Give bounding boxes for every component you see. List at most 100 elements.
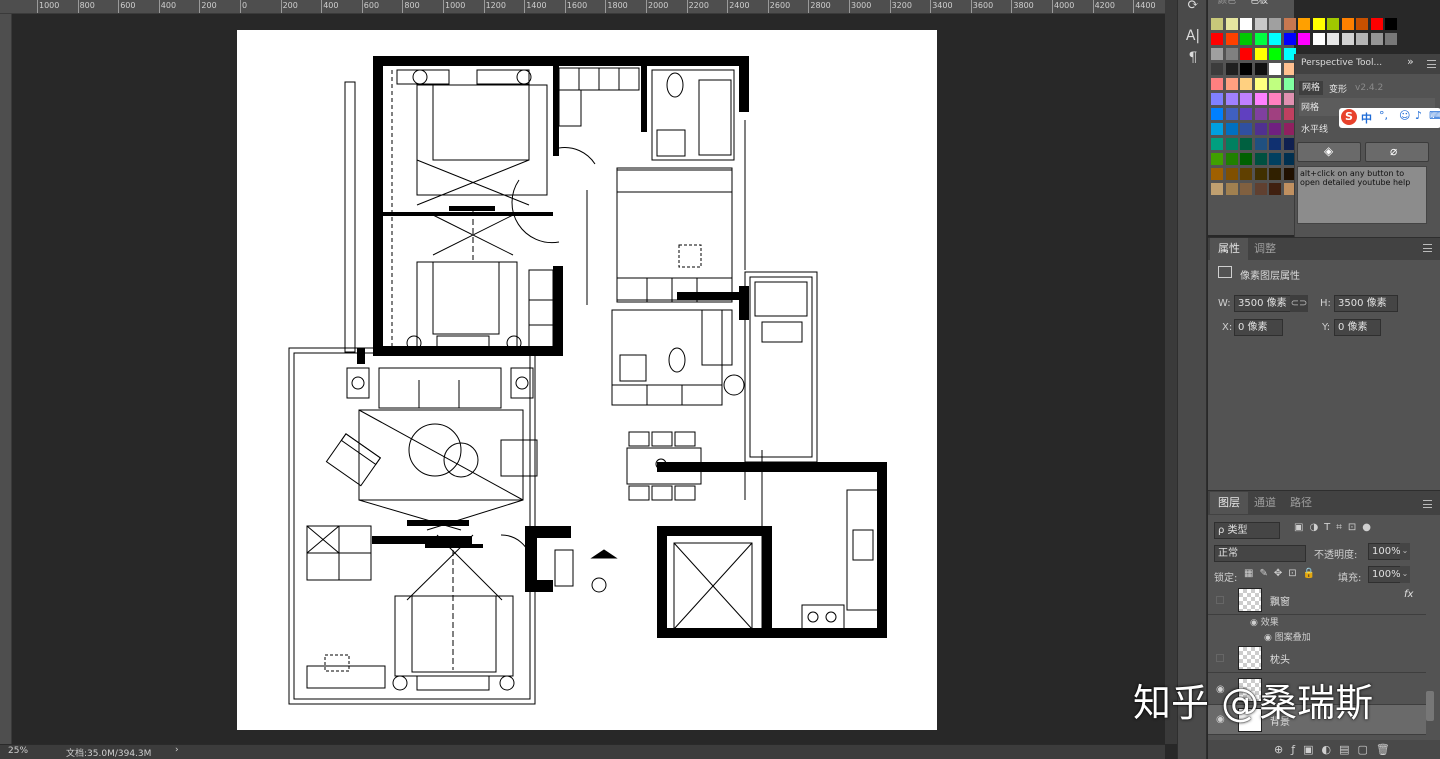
opacity-field[interactable]: 100%: [1368, 543, 1404, 560]
color-swatch[interactable]: [1269, 48, 1281, 60]
filter-icons[interactable]: ▣◑T⌗⊡●: [1294, 522, 1377, 533]
color-swatch[interactable]: [1240, 93, 1252, 105]
link-icon[interactable]: ⊂⊃: [1290, 295, 1308, 312]
color-swatch[interactable]: [1298, 18, 1310, 30]
color-swatch[interactable]: [1240, 138, 1252, 150]
keyboard-icon[interactable]: ⌨: [1429, 109, 1440, 122]
status-menu-arrow[interactable]: ›: [175, 745, 179, 755]
color-swatch[interactable]: [1269, 63, 1281, 75]
y-field[interactable]: 0 像素: [1334, 319, 1381, 336]
blend-mode-select[interactable]: 正常: [1214, 545, 1306, 562]
color-swatch[interactable]: [1356, 18, 1368, 30]
layers-footer-icons[interactable]: ⊕ƒ▣◐▤▢🗑: [1208, 740, 1440, 759]
fill-field[interactable]: 100%: [1368, 566, 1404, 583]
color-swatch[interactable]: [1269, 138, 1281, 150]
layer-row[interactable]: 飘窗 fx: [1208, 585, 1426, 615]
x-field[interactable]: 0 像素: [1234, 319, 1283, 336]
color-swatch[interactable]: [1225, 183, 1238, 195]
color-swatch[interactable]: [1211, 33, 1223, 45]
color-swatch[interactable]: [1283, 18, 1296, 30]
zoom-level[interactable]: 25%: [8, 746, 28, 756]
color-swatch[interactable]: [1225, 78, 1238, 90]
tab-transform[interactable]: 变形: [1329, 82, 1347, 95]
color-swatch[interactable]: [1240, 183, 1252, 195]
color-swatch[interactable]: [1254, 33, 1267, 45]
collapse-icon[interactable]: »: [1407, 55, 1414, 68]
tab-color[interactable]: 颜色: [1210, 0, 1244, 12]
color-swatch[interactable]: [1370, 18, 1383, 30]
toggle-visibility-button[interactable]: ⌀: [1365, 142, 1429, 162]
color-swatch[interactable]: [1341, 18, 1354, 30]
color-swatch[interactable]: [1240, 33, 1252, 45]
panel-menu-icon[interactable]: [1423, 244, 1432, 252]
tab-adjustments[interactable]: 调整: [1246, 238, 1284, 260]
layers-scrollbar[interactable]: [1426, 691, 1434, 721]
color-swatch[interactable]: [1225, 18, 1238, 30]
color-swatch[interactable]: [1211, 168, 1223, 180]
canvas-area[interactable]: [12, 14, 1165, 744]
paragraph-icon[interactable]: ¶: [1184, 50, 1202, 66]
panel-menu-icon[interactable]: [1423, 500, 1432, 508]
color-swatch[interactable]: [1254, 18, 1267, 30]
color-swatch[interactable]: [1240, 78, 1252, 90]
fx-icon[interactable]: fx: [1404, 589, 1413, 600]
color-swatch[interactable]: [1225, 93, 1238, 105]
effects-row[interactable]: ◉ 效果: [1250, 615, 1279, 628]
visibility-toggle-off[interactable]: [1216, 654, 1224, 662]
eye-icon[interactable]: ◉: [1264, 633, 1272, 643]
eye-icon[interactable]: ◉: [1250, 618, 1258, 628]
color-swatch[interactable]: [1240, 63, 1252, 75]
color-swatch[interactable]: [1327, 18, 1339, 30]
color-swatch[interactable]: [1269, 153, 1281, 165]
color-swatch[interactable]: [1370, 33, 1383, 45]
color-swatch[interactable]: [1254, 153, 1267, 165]
color-swatch[interactable]: [1240, 123, 1252, 135]
lock-icons[interactable]: ▦✎✥⊡🔒: [1244, 568, 1321, 579]
sogou-icon[interactable]: S: [1341, 109, 1357, 125]
color-swatch[interactable]: [1254, 123, 1267, 135]
color-swatch[interactable]: [1211, 18, 1223, 30]
color-swatch[interactable]: [1312, 18, 1325, 30]
emoji-icon[interactable]: ☺: [1399, 109, 1410, 122]
color-swatch[interactable]: [1269, 93, 1281, 105]
color-swatch[interactable]: [1341, 33, 1354, 45]
color-swatch[interactable]: [1240, 153, 1252, 165]
panel-menu-icon[interactable]: [1427, 60, 1436, 68]
color-swatch[interactable]: [1254, 93, 1267, 105]
color-swatch[interactable]: [1225, 123, 1238, 135]
color-swatch[interactable]: [1254, 48, 1267, 60]
color-swatch[interactable]: [1385, 18, 1397, 30]
color-swatch[interactable]: [1240, 108, 1252, 120]
vertical-scrollbar[interactable]: [1165, 0, 1177, 744]
color-swatch[interactable]: [1269, 33, 1281, 45]
color-swatch[interactable]: [1240, 168, 1252, 180]
document-canvas[interactable]: [237, 30, 937, 730]
color-swatch[interactable]: [1254, 183, 1267, 195]
character-icon[interactable]: A|: [1184, 28, 1202, 44]
color-swatch[interactable]: [1269, 108, 1281, 120]
color-swatch[interactable]: [1211, 123, 1223, 135]
layer-name[interactable]: 枕头: [1270, 651, 1290, 666]
color-swatch[interactable]: [1211, 63, 1223, 75]
color-swatch[interactable]: [1254, 63, 1267, 75]
color-swatch[interactable]: [1211, 183, 1223, 195]
height-field[interactable]: 3500 像素: [1334, 295, 1398, 312]
color-swatch[interactable]: [1269, 168, 1281, 180]
color-swatch[interactable]: [1312, 33, 1325, 45]
color-swatch[interactable]: [1225, 153, 1238, 165]
color-swatch[interactable]: [1225, 168, 1238, 180]
width-field[interactable]: 3500 像素: [1234, 295, 1298, 312]
color-swatch[interactable]: [1240, 18, 1252, 30]
color-swatch[interactable]: [1225, 48, 1238, 60]
history-icon[interactable]: ⟳: [1184, 0, 1202, 13]
visibility-toggle-off[interactable]: [1216, 596, 1224, 604]
color-swatch[interactable]: [1269, 123, 1281, 135]
punctuation-icon[interactable]: °,: [1379, 109, 1388, 122]
perspective-grid-button[interactable]: ◈: [1297, 142, 1361, 162]
fill-dropdown-icon[interactable]: ⌄: [1400, 566, 1410, 583]
color-swatch[interactable]: [1254, 168, 1267, 180]
color-swatch[interactable]: [1240, 48, 1252, 60]
color-swatch[interactable]: [1211, 138, 1223, 150]
color-swatch[interactable]: [1225, 108, 1238, 120]
effect-row[interactable]: ◉ 图案叠加: [1264, 630, 1311, 643]
